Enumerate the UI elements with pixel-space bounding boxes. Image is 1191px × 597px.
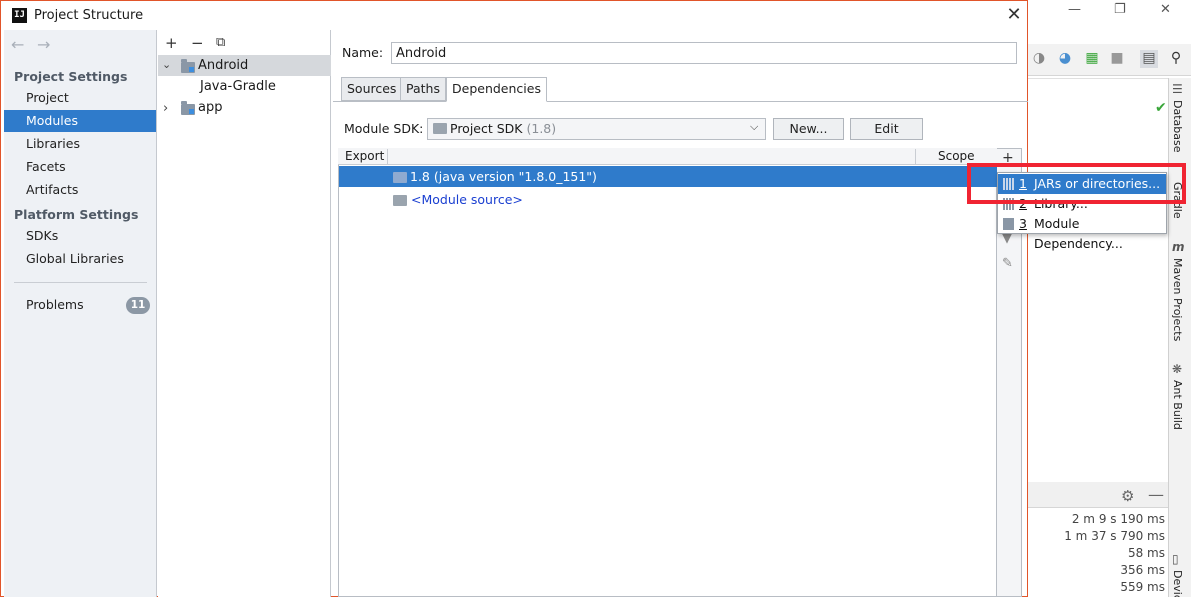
edit-sdk-button[interactable]: Edit	[850, 118, 923, 140]
edit-pencil-icon[interactable]: ✎	[1002, 256, 1013, 271]
dependencies-table	[338, 148, 997, 597]
nav-item-artifacts[interactable]: Artifacts	[4, 179, 156, 201]
remove-icon[interactable]: −	[191, 34, 204, 52]
chevron-down-icon[interactable]: ⌄	[162, 58, 171, 71]
column-divider	[915, 149, 916, 164]
search-icon[interactable]: ⚲	[1167, 50, 1185, 68]
build-time: 2 m 9 s 190 ms	[1071, 512, 1165, 526]
platform-settings-heading: Platform Settings	[14, 207, 139, 222]
coverage-icon[interactable]: ▦	[1083, 50, 1101, 68]
nav-divider	[14, 282, 147, 283]
sdk-version: (1.8)	[526, 121, 557, 136]
module-tree-panel	[158, 30, 331, 597]
nav-item-sdks[interactable]: SDKs	[4, 225, 156, 247]
build-time: 58 ms	[1127, 546, 1165, 560]
sdk-name: Project SDK	[450, 121, 523, 136]
run-config-icon[interactable]: ◑	[1030, 50, 1048, 68]
build-time: 559 ms	[1120, 580, 1165, 594]
restore-window-icon[interactable]: ❐	[1114, 2, 1126, 17]
tree-item-android[interactable]: Android	[198, 58, 248, 73]
ant-build-tool-tab[interactable]: Ant Build	[1171, 380, 1184, 430]
project-settings-heading: Project Settings	[14, 69, 128, 84]
module-folder-icon	[181, 59, 195, 73]
column-header-scope[interactable]: Scope	[938, 149, 975, 163]
check-icon: ✔	[1155, 100, 1167, 116]
dependency-module-source[interactable]: <Module source>	[411, 192, 523, 207]
tab-paths[interactable]: Paths	[400, 77, 446, 101]
chevron-right-icon[interactable]: ›	[163, 101, 168, 116]
tab-dependencies[interactable]: Dependencies	[446, 77, 547, 102]
device-tool-tab[interactable]: Device	[1171, 570, 1184, 597]
table-header	[338, 148, 997, 165]
nav-item-modules[interactable]: Modules	[4, 110, 156, 132]
close-window-icon[interactable]: ✕	[1160, 2, 1171, 17]
forward-arrow-icon[interactable]: →	[37, 35, 50, 54]
menu-item-number: 3	[1019, 216, 1027, 231]
tree-item-app[interactable]: app	[198, 100, 222, 115]
module-source-folder-icon	[393, 195, 407, 206]
minimize-window-icon[interactable]: —	[1068, 2, 1081, 17]
hide-panel-icon[interactable]: —	[1148, 485, 1164, 504]
build-time: 1 m 37 s 790 ms	[1064, 529, 1165, 543]
nav-item-project[interactable]: Project	[4, 87, 156, 109]
back-arrow-icon[interactable]: ←	[11, 35, 24, 54]
red-highlight-box	[967, 163, 1186, 204]
profiler-icon[interactable]: ◕	[1056, 50, 1074, 68]
column-divider	[387, 149, 388, 164]
nav-item-libraries[interactable]: Libraries	[4, 133, 156, 155]
stop-icon[interactable]: ■	[1108, 50, 1126, 68]
tree-item-java-gradle[interactable]: Java-Gradle	[200, 79, 276, 94]
menu-item-label: Module Dependency...	[1034, 216, 1123, 251]
column-header-export[interactable]: Export	[345, 149, 384, 163]
name-label: Name:	[342, 45, 384, 60]
maven-icon: m	[1172, 240, 1185, 254]
add-icon[interactable]: +	[165, 34, 178, 52]
tab-divider	[333, 101, 1028, 102]
module-folder-icon	[181, 101, 195, 115]
device-icon: ▯	[1172, 552, 1179, 566]
nav-item-facets[interactable]: Facets	[4, 156, 156, 178]
gear-icon[interactable]: ⚙	[1121, 487, 1134, 505]
sdk-folder-icon	[433, 123, 447, 134]
editor-area	[1028, 78, 1168, 480]
maven-tool-tab[interactable]: Maven Projects	[1171, 258, 1184, 341]
module-sdk-label: Module SDK:	[344, 121, 424, 136]
project-structure-icon[interactable]: ▤	[1140, 50, 1158, 68]
build-time: 356 ms	[1120, 563, 1165, 577]
intellij-app-icon: IJ	[12, 8, 27, 23]
dependency-jdk[interactable]: 1.8 (java version "1.8.0_151")	[410, 169, 597, 184]
menu-item-module-dependency[interactable]: 3 Module Dependency...	[998, 214, 1166, 251]
module-icon	[1003, 218, 1014, 230]
nav-item-global-libraries[interactable]: Global Libraries	[4, 248, 156, 270]
dialog-title: Project Structure	[34, 8, 144, 23]
module-sdk-value: Project SDK (1.8)	[450, 121, 556, 136]
database-tool-tab[interactable]: Database	[1171, 100, 1184, 153]
module-name-input[interactable]	[391, 42, 1017, 64]
problems-count-badge: 11	[126, 297, 150, 314]
close-icon[interactable]: ✕	[1003, 4, 1025, 26]
database-icon: ☰	[1172, 82, 1183, 96]
chevron-down-icon[interactable]: ⌵	[750, 120, 758, 134]
tab-sources[interactable]: Sources	[341, 77, 403, 101]
ant-icon: ❋	[1172, 362, 1183, 376]
jdk-folder-icon	[393, 172, 407, 183]
copy-icon[interactable]: ⧉	[216, 35, 225, 50]
new-sdk-button[interactable]: New...	[773, 118, 844, 140]
dialog-titlebar: IJ Project Structure ✕	[1, 1, 1027, 31]
build-panel-header	[1028, 482, 1168, 508]
